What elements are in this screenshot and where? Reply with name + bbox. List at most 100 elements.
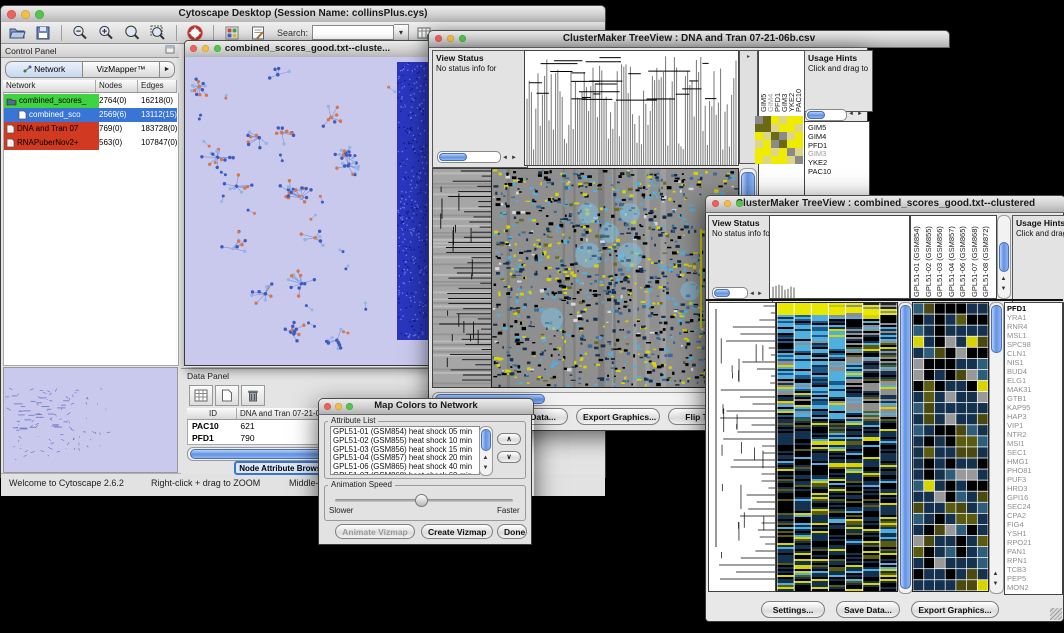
close-icon[interactable]: [435, 35, 442, 42]
column-label[interactable]: GPL51-06 (GSM865): [959, 217, 971, 297]
gene-label[interactable]: PFD1: [1005, 304, 1062, 313]
data-column-id[interactable]: ID: [187, 408, 237, 420]
matrix-cell[interactable]: [787, 140, 795, 148]
gene-label[interactable]: CLN1: [1005, 349, 1062, 358]
scroll-down-icon[interactable]: ▼: [999, 284, 1008, 294]
treeview1-titlebar[interactable]: ClusterMaker TreeView : DNA and Tran 07-…: [428, 30, 950, 48]
gene-label[interactable]: MON2: [1005, 583, 1062, 592]
column-label[interactable]: GPL51-08 (GSM872): [982, 217, 994, 297]
gene-label[interactable]: CPA2: [1005, 511, 1062, 520]
gene-label[interactable]: PAN1: [1005, 547, 1062, 556]
matrix-cell[interactable]: [771, 132, 779, 140]
scroll-up-icon[interactable]: ▲: [481, 453, 490, 463]
column-label[interactable]: GIM5: [760, 52, 767, 112]
matrix-cell[interactable]: [771, 156, 779, 164]
network-row-dna-tran[interactable]: DNA and Tran 07 769(0) 183728(0): [4, 122, 177, 136]
zoom-selected-icon[interactable]: [147, 23, 169, 43]
matrix-cell[interactable]: [795, 124, 803, 132]
matrix-cell[interactable]: [787, 116, 795, 124]
matrix-cell[interactable]: [763, 116, 771, 124]
move-down-button[interactable]: ∨: [497, 451, 521, 463]
matrix-cell[interactable]: [755, 156, 763, 164]
gene-label[interactable]: MSL1: [1005, 331, 1062, 340]
create-vizmap-button[interactable]: Create Vizmap: [421, 524, 493, 539]
matrix-cell[interactable]: [755, 116, 763, 124]
zoom-out-icon[interactable]: [69, 23, 91, 43]
treeview2-zoom-heatmap[interactable]: [912, 302, 989, 592]
search-input[interactable]: [312, 25, 394, 40]
maximize-icon[interactable]: [736, 200, 743, 207]
treeview1-column-dendrogram[interactable]: [524, 50, 739, 166]
open-file-icon[interactable]: [6, 23, 28, 43]
matrix-cell[interactable]: [795, 116, 803, 124]
column-label[interactable]: GPL51-03 (GSM856): [936, 217, 948, 297]
treeview2-heatmap[interactable]: [776, 302, 898, 592]
gene-label[interactable]: YSH1: [1005, 529, 1062, 538]
attribute-item[interactable]: GPL51-04 (GSM857) heat shock 20 min: [331, 454, 479, 463]
matrix-cell[interactable]: [795, 156, 803, 164]
usage-hints-scrollbar[interactable]: [805, 109, 847, 121]
scroll-right-icon[interactable]: ►: [510, 153, 518, 163]
minimize-icon[interactable]: [202, 45, 209, 52]
matrix-cell[interactable]: [779, 124, 787, 132]
gene-label[interactable]: KAP95: [1005, 403, 1062, 412]
gene-label[interactable]: PUF3: [1005, 475, 1062, 484]
minimize-icon[interactable]: [724, 200, 731, 207]
matrix-cell[interactable]: [787, 156, 795, 164]
column-label[interactable]: GPL51-02 (GSM855): [925, 217, 937, 297]
gene-label[interactable]: HMG1: [1005, 457, 1062, 466]
labels-pane-vscrollbar[interactable]: ▲ ▼: [997, 215, 1011, 299]
gene-label[interactable]: RPN1: [1005, 556, 1062, 565]
matrix-cell[interactable]: [787, 132, 795, 140]
gene-label[interactable]: YRA1: [1005, 313, 1062, 322]
delete-attribute-icon[interactable]: [241, 385, 265, 406]
export-graphics-button[interactable]: Export Graphics...: [911, 601, 999, 618]
matrix-cell[interactable]: [763, 140, 771, 148]
gene-label[interactable]: SEC1: [1005, 448, 1062, 457]
gene-label[interactable]: GTB1: [1005, 394, 1062, 403]
matrix-cell[interactable]: [795, 140, 803, 148]
close-icon[interactable]: [324, 403, 331, 410]
close-icon[interactable]: [7, 10, 16, 19]
scroll-left-icon[interactable]: ◄: [847, 109, 855, 119]
matrix-cell[interactable]: [755, 132, 763, 140]
gene-label[interactable]: SPC98: [1005, 340, 1062, 349]
animate-vizmap-button[interactable]: Animate Vizmap: [335, 524, 415, 539]
float-panel-icon[interactable]: [165, 45, 175, 56]
matrix-cell[interactable]: [787, 124, 795, 132]
save-data-button[interactable]: Save Data...: [836, 601, 900, 618]
network-row-combined-sco-selected[interactable]: combined_sco 2569(6) 13112(15): [4, 108, 177, 122]
tiny-arrow-icon[interactable]: ▸: [747, 54, 750, 60]
tab-network[interactable]: Network: [5, 61, 83, 78]
matrix-cell[interactable]: [779, 116, 787, 124]
treeview1-row-dendrogram[interactable]: [432, 168, 492, 388]
gene-label[interactable]: MAK31: [1005, 385, 1062, 394]
column-label[interactable]: PAC10: [795, 52, 802, 112]
gene-label[interactable]: RNR4: [1005, 322, 1062, 331]
treeview2-vscrollbar[interactable]: [898, 302, 913, 594]
gene-label[interactable]: HAP3: [1005, 412, 1062, 421]
attribute-item[interactable]: GPL51-03 (GSM856) heat shock 15 min: [331, 446, 479, 455]
attribute-item[interactable]: GPL51-06 (GSM865) heat shock 40 min: [331, 463, 479, 472]
maximize-icon[interactable]: [214, 45, 221, 52]
export-graphics-button[interactable]: Export Graphics...: [576, 408, 660, 425]
attribute-item[interactable]: GPL51-02 (GSM855) heat shock 10 min: [331, 437, 479, 446]
maximize-icon[interactable]: [35, 10, 44, 19]
column-label[interactable]: PFD1: [774, 52, 781, 112]
matrix-cell[interactable]: [787, 148, 795, 156]
save-icon[interactable]: [32, 23, 54, 43]
tab-vizmapper[interactable]: VizMapper™: [83, 61, 160, 78]
column-header-network[interactable]: Network: [3, 80, 96, 93]
maximize-icon[interactable]: [346, 403, 353, 410]
gene-label[interactable]: GPI16: [1005, 493, 1062, 502]
settings-button[interactable]: Settings...: [761, 601, 825, 618]
treeview2-row-dendrogram[interactable]: [708, 302, 776, 592]
close-icon[interactable]: [190, 45, 197, 52]
treeview2-column-dendrogram-area[interactable]: [769, 215, 910, 299]
matrix-cell[interactable]: [763, 124, 771, 132]
gene-label[interactable]: HRD3: [1005, 484, 1062, 493]
column-label[interactable]: GPL51-07 (GSM868): [971, 217, 983, 297]
zoom-in-icon[interactable]: [95, 23, 117, 43]
network-canvas[interactable]: [184, 57, 431, 366]
dialog-titlebar[interactable]: Map Colors to Network: [318, 398, 534, 415]
